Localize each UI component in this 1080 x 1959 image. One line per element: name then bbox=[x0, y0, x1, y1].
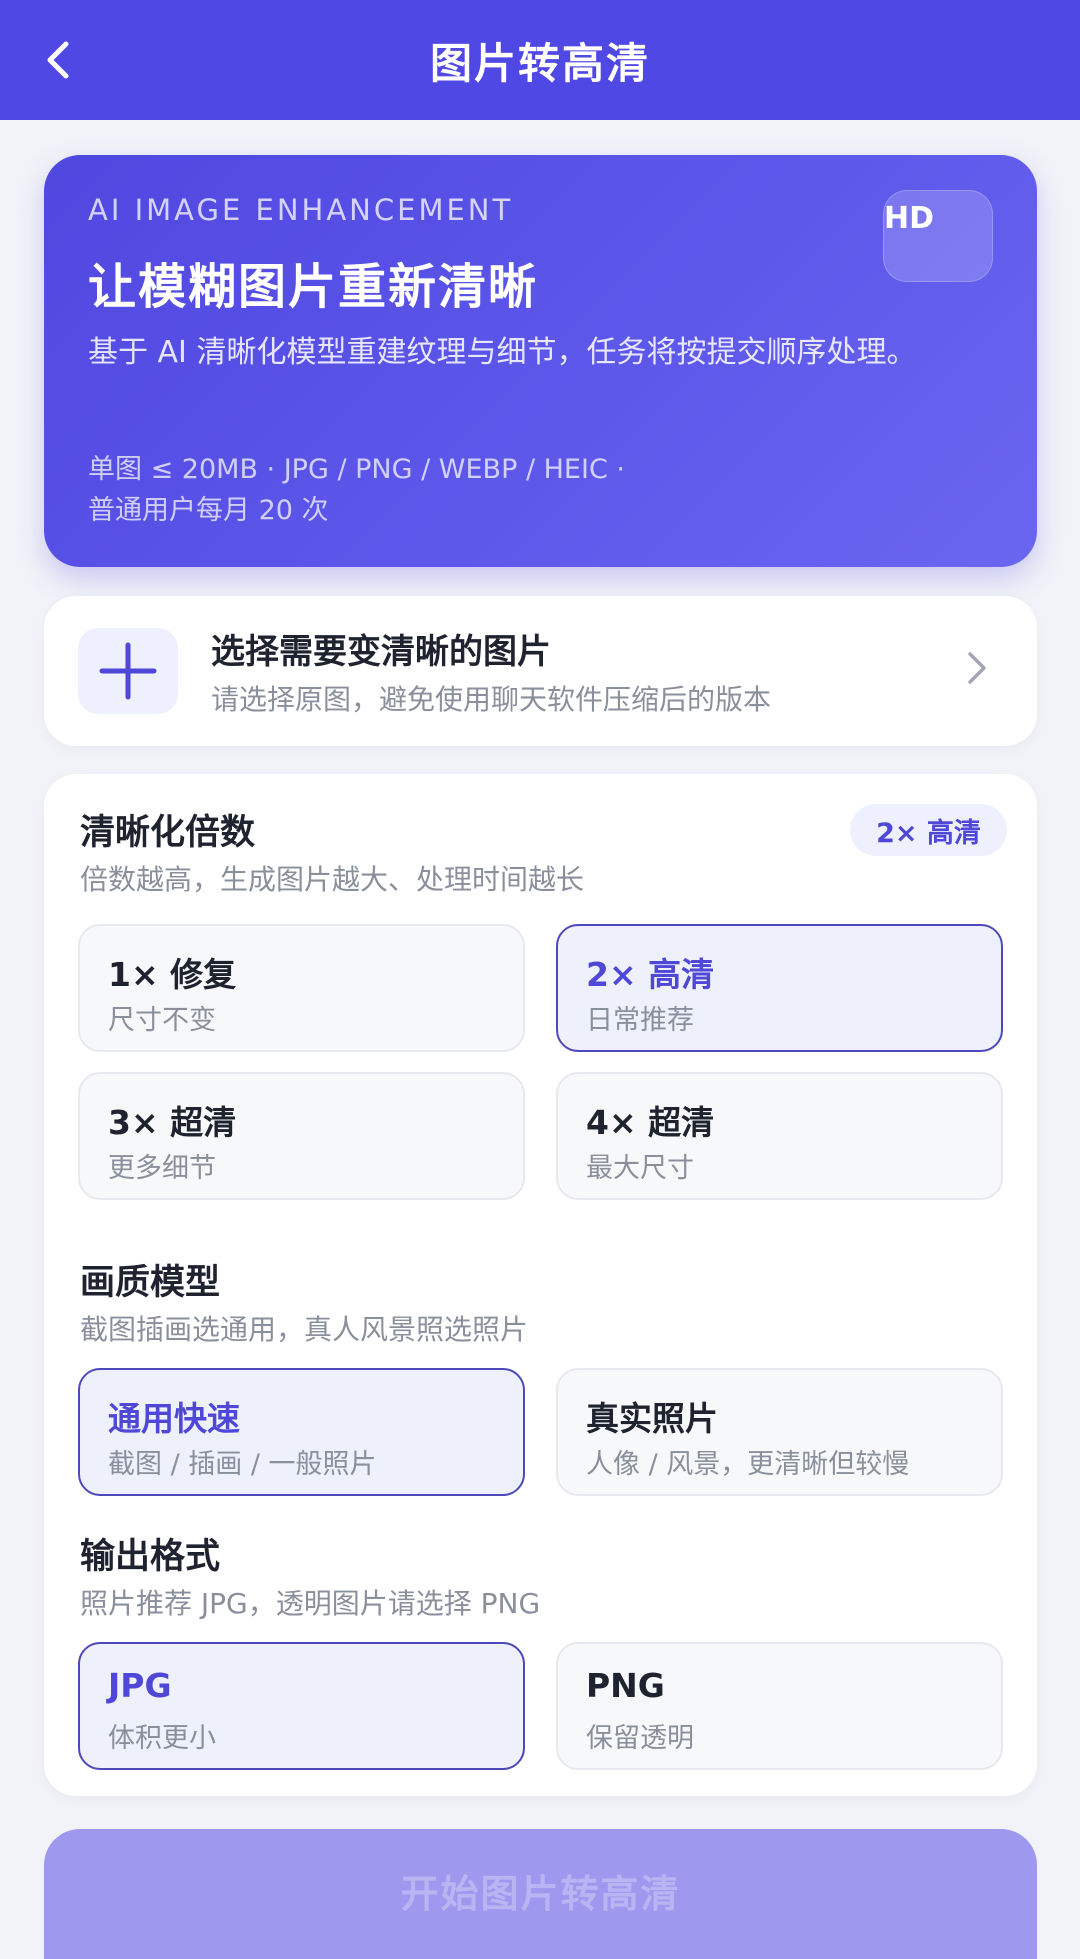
chevron-right-icon bbox=[968, 652, 986, 684]
top-bar: 图片转高清 bbox=[0, 0, 1080, 120]
model-option-general[interactable]: 通用快速 截图 / 插画 / 一般照片 bbox=[78, 1368, 525, 1496]
hero-description: 基于 AI 清晰化模型重建纹理与细节，任务将按提交顺序处理。 bbox=[88, 335, 917, 370]
option-label: 通用快速 bbox=[108, 1399, 240, 1438]
option-description: 更多细节 bbox=[108, 1153, 216, 1184]
current-scale-badge: 2× 高清 bbox=[850, 804, 1007, 856]
option-label: 真实照片 bbox=[586, 1399, 718, 1438]
option-label: PNG bbox=[586, 1666, 665, 1705]
option-label: 2× 高清 bbox=[586, 955, 715, 994]
scale-option-2x[interactable]: 2× 高清 日常推荐 bbox=[556, 924, 1003, 1052]
option-description: 尺寸不变 bbox=[108, 1005, 216, 1036]
hd-badge-label: HD bbox=[884, 201, 935, 236]
option-description: 最大尺寸 bbox=[586, 1153, 694, 1184]
scale-option-3x[interactable]: 3× 超清 更多细节 bbox=[78, 1072, 525, 1200]
start-enhance-label: 开始图片转高清 bbox=[400, 1872, 681, 1916]
plus-icon bbox=[99, 642, 157, 700]
back-button[interactable] bbox=[30, 32, 86, 88]
hero-meta-limits: 单图 ≤ 20MB · JPG / PNG / WEBP / HEIC · bbox=[88, 454, 625, 485]
format-option-png[interactable]: PNG 保留透明 bbox=[556, 1642, 1003, 1770]
hd-badge: HD bbox=[883, 190, 993, 282]
model-option-photo[interactable]: 真实照片 人像 / 风景，更清晰但较慢 bbox=[556, 1368, 1003, 1496]
upload-subtitle: 请选择原图，避免使用聊天软件压缩后的版本 bbox=[211, 683, 772, 716]
hero-meta: 单图 ≤ 20MB · JPG / PNG / WEBP / HEIC · 普通… bbox=[88, 449, 988, 531]
hero-kicker: AI IMAGE ENHANCEMENT bbox=[88, 193, 514, 227]
scale-option-1x[interactable]: 1× 修复 尺寸不变 bbox=[78, 924, 525, 1052]
start-enhance-button[interactable]: 开始图片转高清 bbox=[44, 1829, 1037, 1959]
model-section-title: 画质模型 bbox=[80, 1263, 221, 1303]
option-description: 截图 / 插画 / 一般照片 bbox=[108, 1449, 377, 1480]
settings-card: 清晰化倍数 倍数越高，生成图片越大、处理时间越长 2× 高清 1× 修复 尺寸不… bbox=[44, 774, 1037, 1796]
format-option-jpg[interactable]: JPG 体积更小 bbox=[78, 1642, 525, 1770]
option-description: 人像 / 风景，更清晰但较慢 bbox=[586, 1449, 910, 1480]
option-description: 保留透明 bbox=[586, 1723, 694, 1754]
option-label: 4× 超清 bbox=[586, 1103, 715, 1142]
chevron-left-icon bbox=[47, 41, 69, 79]
option-label: JPG bbox=[108, 1666, 172, 1705]
scale-option-4x[interactable]: 4× 超清 最大尺寸 bbox=[556, 1072, 1003, 1200]
add-image-tile bbox=[78, 628, 178, 714]
select-image-button[interactable]: 选择需要变清晰的图片 请选择原图，避免使用聊天软件压缩后的版本 bbox=[44, 596, 1037, 746]
hero-title: 让模糊图片重新清晰 bbox=[88, 259, 539, 315]
format-section-title: 输出格式 bbox=[80, 1537, 221, 1577]
option-description: 体积更小 bbox=[108, 1723, 216, 1754]
scale-section-subtitle: 倍数越高，生成图片越大、处理时间越长 bbox=[80, 863, 585, 896]
option-label: 3× 超清 bbox=[108, 1103, 237, 1142]
option-label: 1× 修复 bbox=[108, 955, 237, 994]
hero-banner: AI IMAGE ENHANCEMENT 让模糊图片重新清晰 基于 AI 清晰化… bbox=[44, 155, 1037, 567]
hero-meta-quota: 普通用户每月 20 次 bbox=[88, 495, 329, 526]
option-description: 日常推荐 bbox=[586, 1005, 694, 1036]
model-section-subtitle: 截图插画选通用，真人风景照选照片 bbox=[80, 1313, 529, 1346]
upload-title: 选择需要变清晰的图片 bbox=[211, 632, 551, 672]
scale-section-title: 清晰化倍数 bbox=[80, 813, 256, 853]
page-title: 图片转高清 bbox=[429, 38, 650, 88]
format-section-subtitle: 照片推荐 JPG，透明图片请选择 PNG bbox=[80, 1587, 541, 1620]
